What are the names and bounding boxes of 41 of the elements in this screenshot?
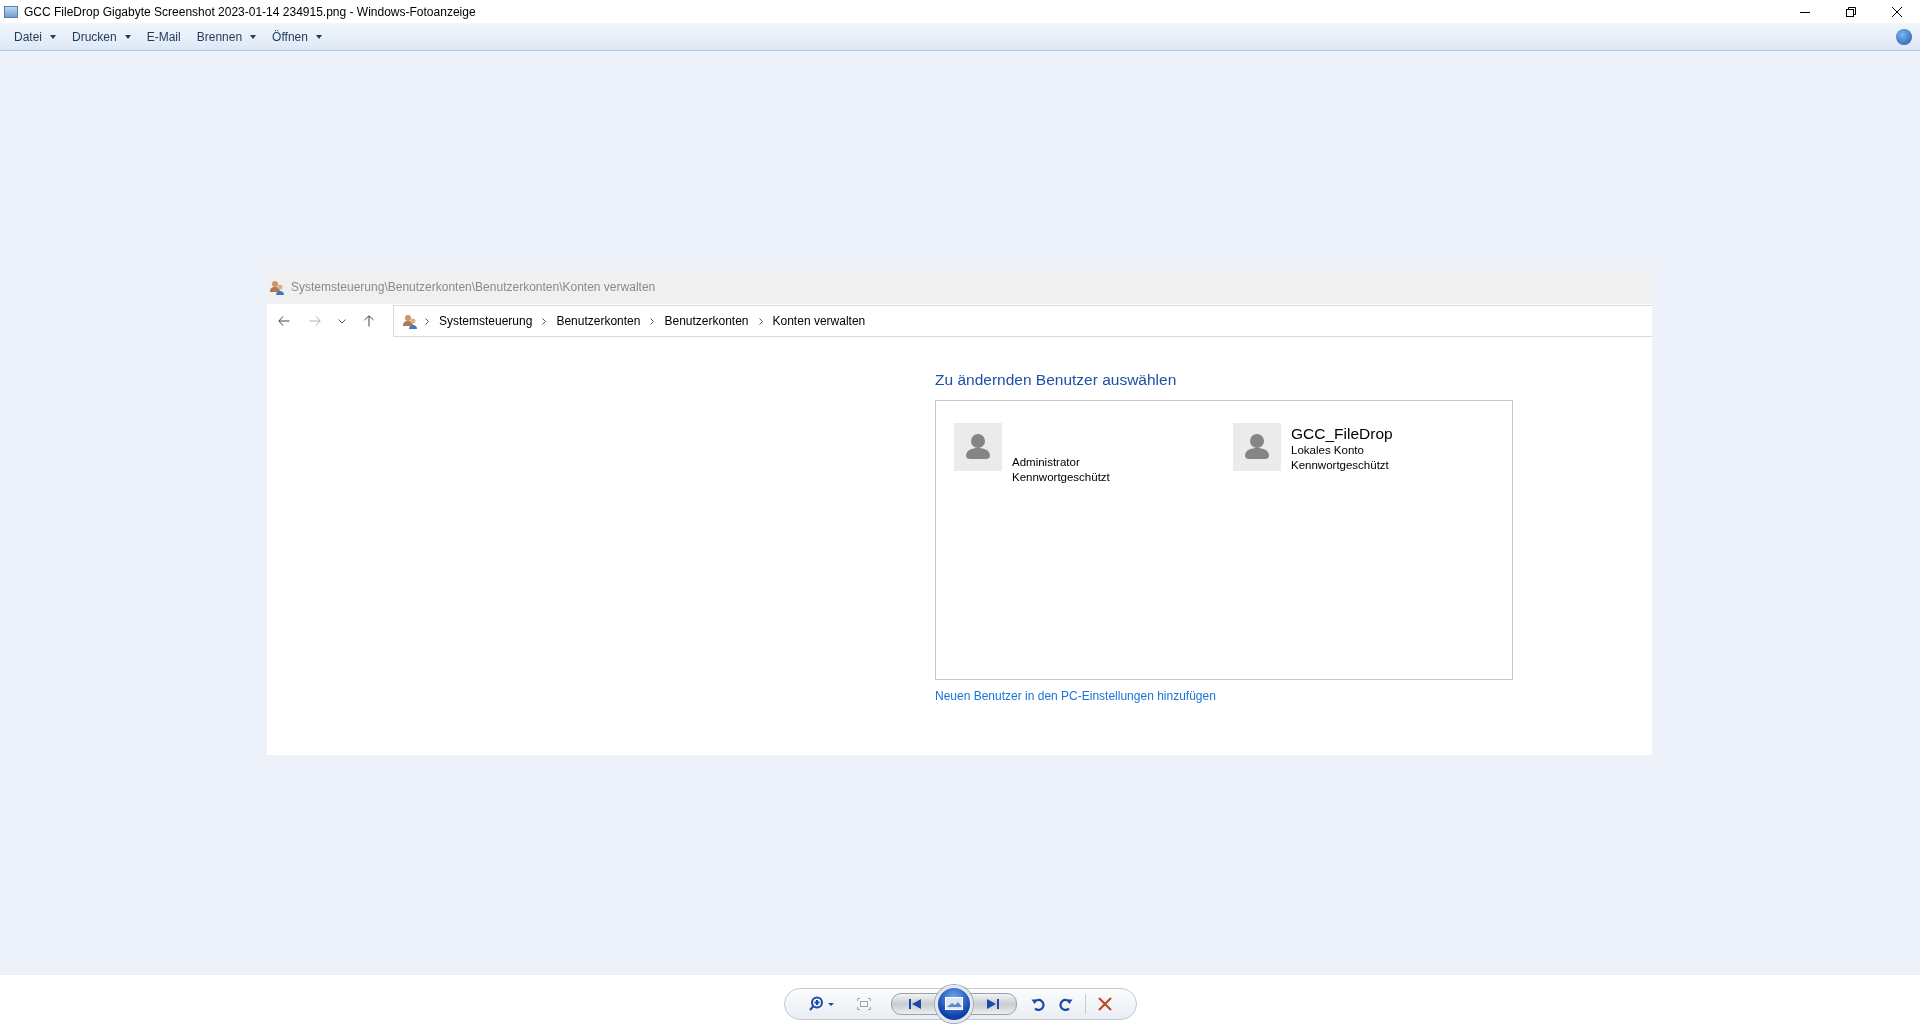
help-icon[interactable] bbox=[1896, 28, 1912, 45]
up-arrow-icon bbox=[364, 315, 374, 327]
close-icon bbox=[1892, 6, 1902, 17]
chevron-right-icon[interactable] bbox=[758, 317, 763, 325]
account-detail: Kennwortgeschützt bbox=[1291, 458, 1390, 473]
previous-button[interactable] bbox=[890, 992, 939, 1015]
picture-icon bbox=[944, 997, 963, 1010]
section-heading: Zu ändernden Benutzer auswählen bbox=[935, 371, 1178, 389]
address-bar[interactable]: Systemsteuerung Benutzerkonten Benutzerkonten Konten verwalten bbox=[393, 305, 1652, 337]
rotate-ccw-icon bbox=[1030, 996, 1045, 1011]
zoom-in-icon bbox=[808, 995, 835, 1012]
breadcrumb-item[interactable]: Systemsteuerung bbox=[436, 312, 536, 330]
add-user-link[interactable]: Neuen Benutzer in den PC-Einstellungen hinzufügen bbox=[935, 689, 1216, 703]
rotate-cw-icon bbox=[1058, 996, 1073, 1011]
slideshow-button[interactable] bbox=[934, 984, 973, 1023]
breadcrumb-item[interactable]: Benutzerkonten bbox=[553, 312, 644, 330]
breadcrumb-item[interactable]: Konten verwalten bbox=[769, 312, 869, 330]
skip-forward-icon bbox=[985, 998, 1000, 1009]
window-title: GCC FileDrop Gigabyte Screenshot 2023-01-14 234915.png - Windows-Fotoanzeige bbox=[24, 4, 477, 19]
user-accounts-icon bbox=[269, 279, 285, 295]
menu-button[interactable]: Brennen bbox=[188, 26, 265, 47]
menu-button[interactable]: E-Mail bbox=[138, 26, 189, 47]
fit-frame-icon bbox=[856, 997, 871, 1010]
user-accounts-icon bbox=[402, 313, 418, 329]
chevron-right-icon[interactable] bbox=[542, 317, 547, 325]
chevron-down-icon bbox=[338, 318, 346, 324]
account-detail: Lokales Konto bbox=[1291, 443, 1365, 458]
account-detail: Administrator bbox=[1012, 455, 1081, 470]
restore-icon bbox=[1846, 6, 1856, 17]
breadcrumb-item[interactable]: Benutzerkonten bbox=[661, 312, 752, 330]
chevron-right-icon[interactable] bbox=[425, 317, 429, 325]
delete-x-icon bbox=[1097, 996, 1112, 1011]
chevron-right-icon[interactable] bbox=[650, 317, 655, 325]
menu-button[interactable]: Drucken bbox=[64, 26, 139, 47]
photo-viewer-icon bbox=[4, 5, 18, 18]
user-name[interactable]: GCC_FileDrop bbox=[1291, 424, 1393, 443]
skip-back-icon bbox=[907, 998, 922, 1009]
account-detail: Kennwortgeschützt bbox=[1012, 470, 1110, 485]
menu-button[interactable]: Öffnen bbox=[264, 26, 330, 47]
window-title: Systemsteuerung\Benutzerkonten\Benutzerkonten\Konten verwalten bbox=[291, 280, 656, 294]
menu-button[interactable]: Datei bbox=[6, 26, 64, 47]
